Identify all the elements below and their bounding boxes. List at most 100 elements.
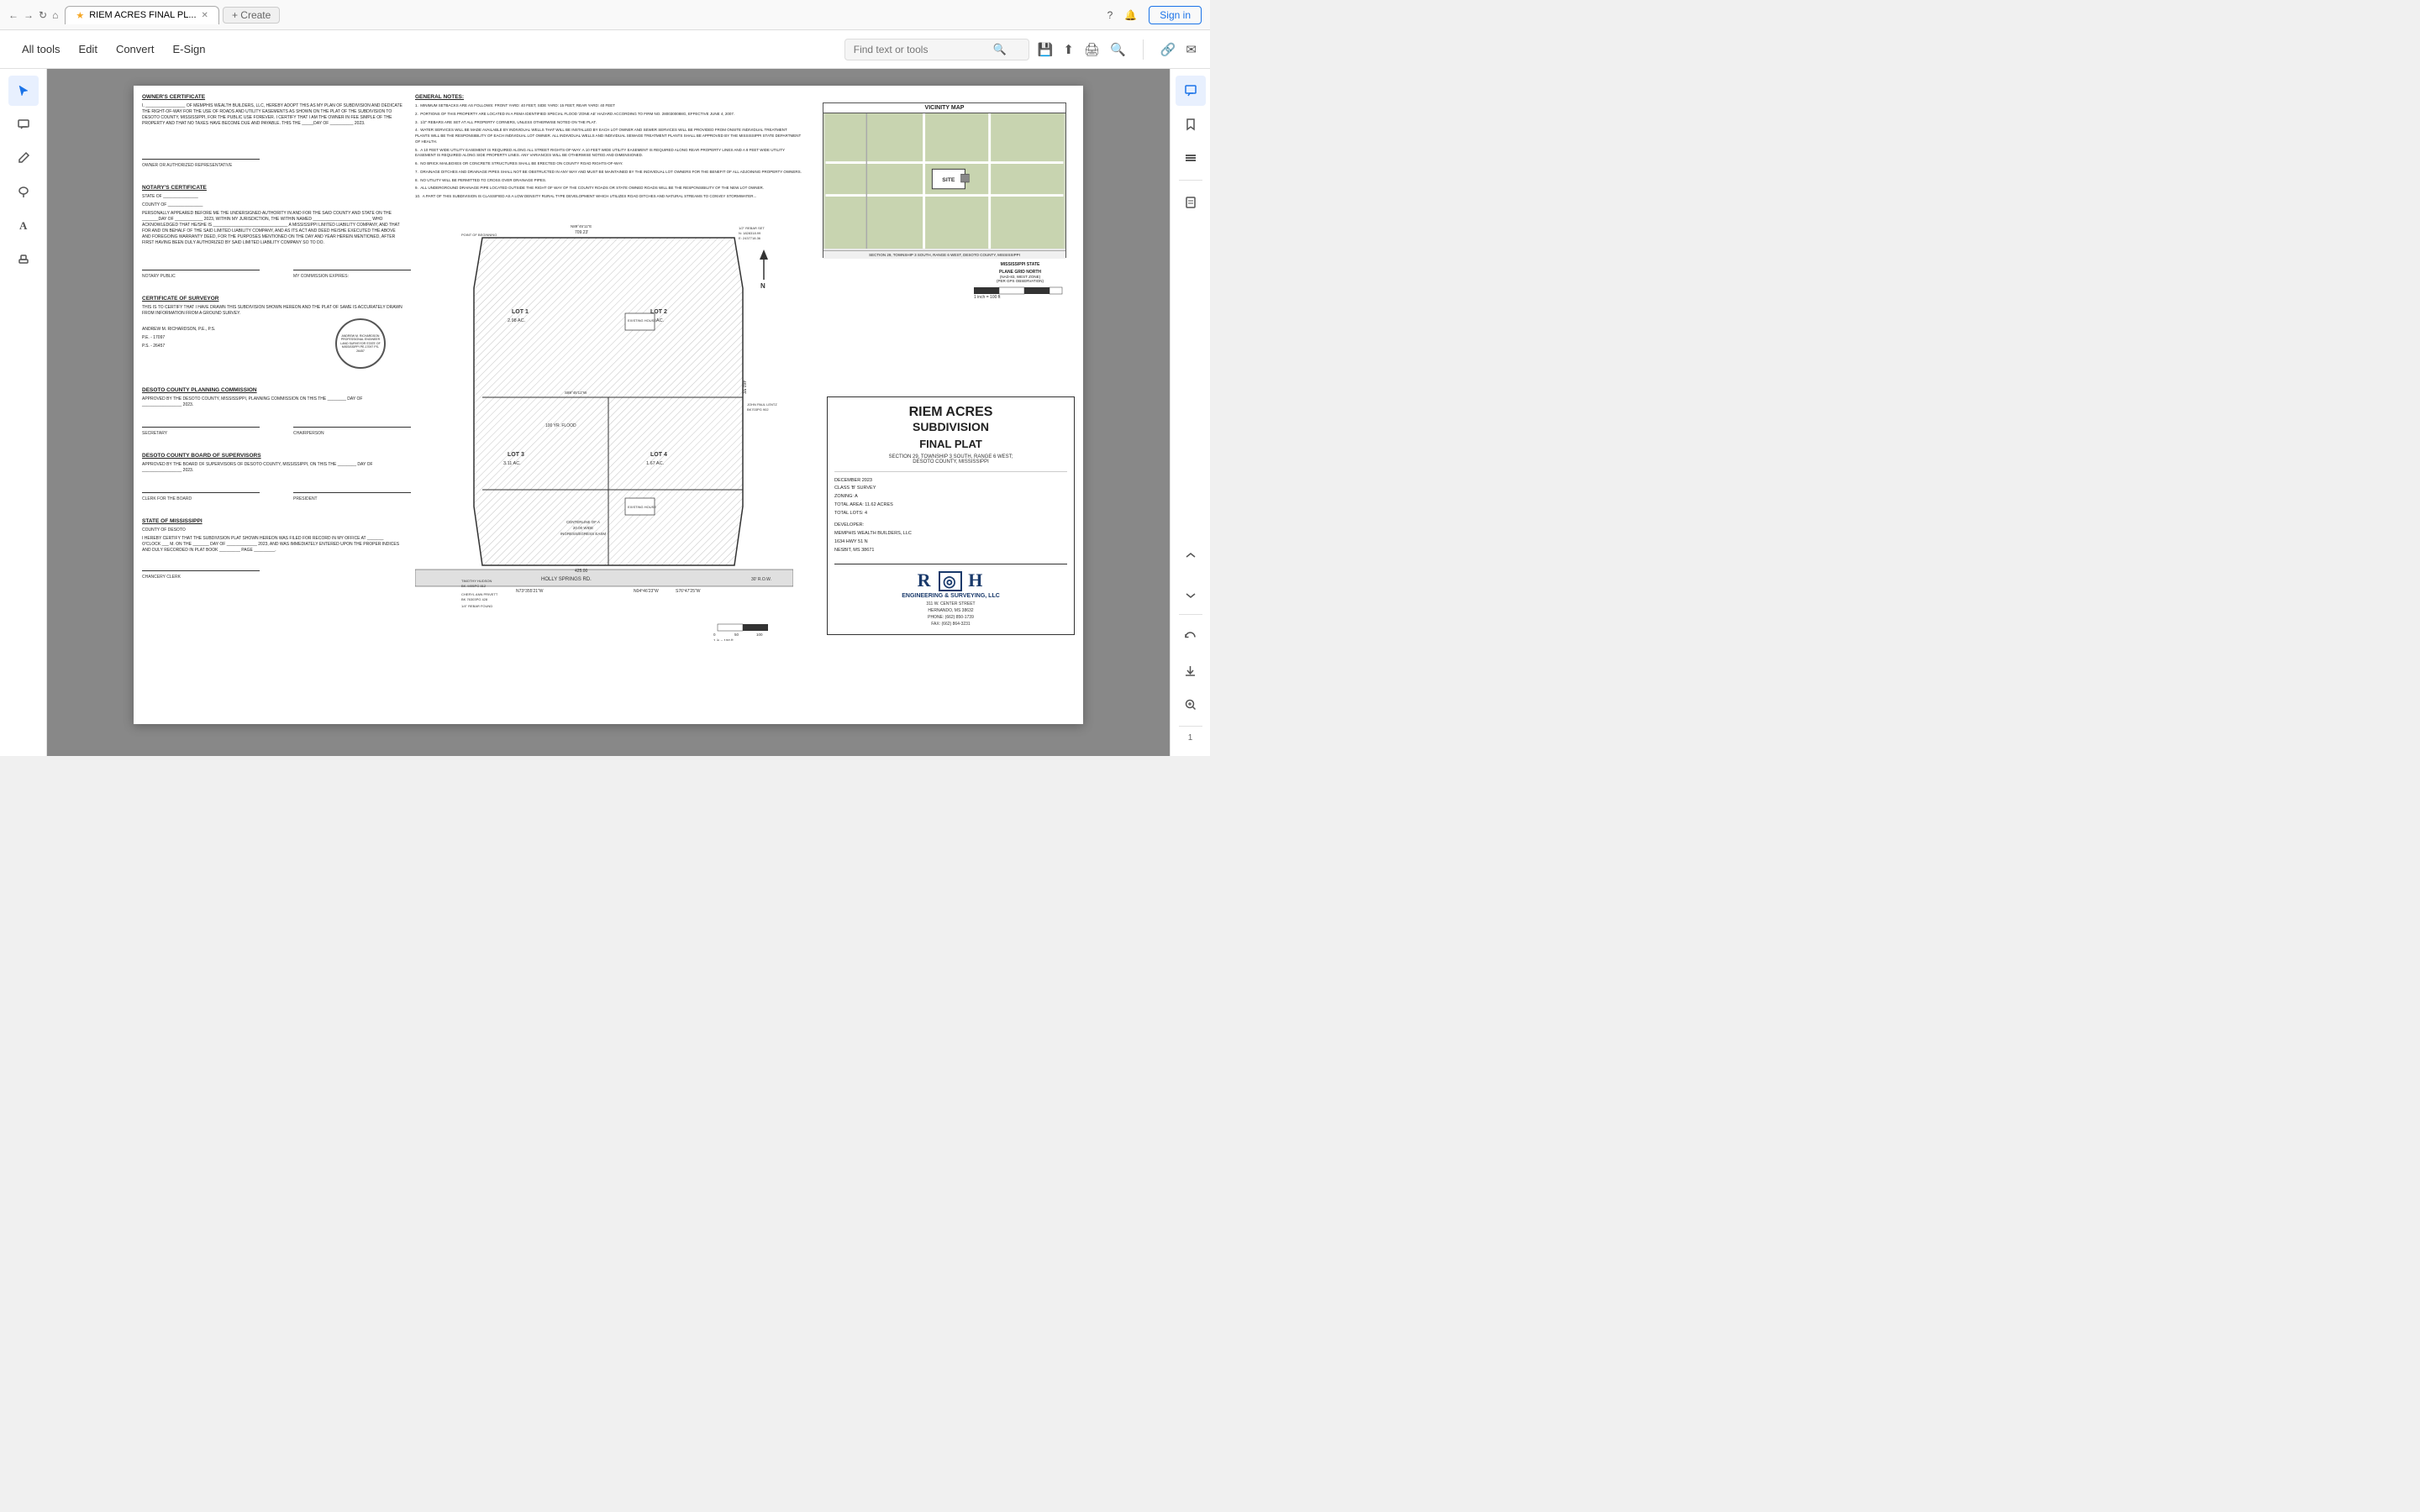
comment-tool[interactable] (8, 109, 39, 139)
search-input[interactable] (854, 44, 988, 55)
title-zoning: ZONING: A (834, 493, 1067, 501)
state-plane-title: MISSISSIPPI STATE (965, 262, 1075, 267)
surveyor-stamp: ANDREW M. RICHARDSON PROFESSIONAL ENGINE… (335, 318, 386, 369)
tab-close-icon[interactable]: ✕ (202, 11, 208, 20)
survey-plat-svg: HOLLY SPRINGS RD. 30' R.O.W. LOT 1 2.98 … (415, 213, 793, 641)
stamp-tool[interactable] (8, 244, 39, 274)
svg-text:EXISTING HOUSE: EXISTING HOUSE (628, 505, 656, 509)
nav-home-icon[interactable]: ⌂ (52, 9, 58, 21)
upload-icon[interactable]: ⬆ (1063, 42, 1074, 57)
toolbar-divider (1143, 39, 1144, 60)
edit-button[interactable]: Edit (71, 38, 106, 60)
svg-text:425.00: 425.00 (575, 569, 588, 574)
svg-text:1.67 AC.: 1.67 AC. (646, 461, 665, 466)
sign-in-button[interactable]: Sign in (1149, 6, 1202, 24)
owners-cert-sig-area: OWNER OR AUTHORIZED REPRESENTATIVE (142, 152, 402, 168)
refresh-icon[interactable] (1176, 622, 1206, 652)
title-total-area: TOTAL AREA: 11.62 ACRES (834, 501, 1067, 510)
notarys-county: COUNTY OF _______________ (142, 202, 402, 208)
browser-right-actions: ? 🔔 Sign in (1107, 6, 1202, 24)
help-icon[interactable]: ? (1107, 9, 1113, 21)
lasso-tool[interactable] (8, 176, 39, 207)
link-icon[interactable]: 🔗 (1160, 42, 1176, 57)
right-panel: 1 (1170, 69, 1210, 756)
toolbar-search-box[interactable]: 🔍 (844, 39, 1029, 60)
vicinity-map: VICINITY MAP (823, 102, 1066, 258)
note-6: 6. NO BRICK MAILBOXES OR CONCRETE STRUCT… (415, 161, 802, 167)
pages-panel-icon[interactable] (1176, 187, 1206, 218)
download-icon[interactable] (1176, 655, 1206, 685)
active-tab[interactable]: ★ RIEM ACRES FINAL PL... ✕ (65, 6, 219, 24)
save-icon[interactable]: 💾 (1038, 42, 1054, 57)
state-section: STATE OF MISSISSIPPI COUNTY OF DESOTO I … (142, 518, 402, 580)
comment-panel-icon[interactable] (1176, 76, 1206, 106)
svg-text:LOT 3: LOT 3 (508, 452, 524, 458)
nav-reload-icon[interactable]: ↻ (39, 9, 47, 21)
stamp-text: ANDREW M. RICHARDSON PROFESSIONAL ENGINE… (337, 331, 384, 357)
general-notes-title: GENERAL NOTES: (415, 94, 802, 100)
chairperson-label: CHAIRPERSON (293, 431, 411, 436)
search-icon: 🔍 (993, 43, 1007, 56)
chancery-label: CHANCERY CLERK (142, 575, 402, 580)
svg-text:A: A (19, 219, 28, 232)
clerk-area: CLERK FOR THE BOARD (142, 486, 260, 501)
zoom-in-icon[interactable] (1176, 689, 1206, 719)
mail-icon[interactable]: ✉ (1186, 42, 1197, 57)
tab-favicon: ★ (76, 10, 84, 21)
notarys-cert-title: NOTARY'S CERTIFICATE (142, 185, 402, 191)
collapse-icon[interactable] (1176, 577, 1206, 607)
company-name: ENGINEERING & SURVEYING, LLC (834, 593, 1067, 599)
svg-text:BK 76303PG 428: BK 76303PG 428 (461, 597, 488, 601)
browser-nav: ← → ↻ ⌂ (8, 9, 58, 21)
svg-text:INGRESS/EGRESS EASM: INGRESS/EGRESS EASM (560, 532, 607, 536)
svg-text:460.55': 460.55' (741, 381, 746, 394)
title-line2: SUBDIVISION (834, 420, 1067, 434)
secretary-line (142, 427, 260, 428)
all-tools-button[interactable]: All tools (13, 38, 69, 60)
cursor-tool[interactable] (8, 76, 39, 106)
svg-text:TIMOTHY HUDSON: TIMOTHY HUDSON (461, 579, 492, 583)
svg-text:CENTERLINE OF A: CENTERLINE OF A (566, 520, 600, 524)
convert-button[interactable]: Convert (108, 38, 163, 60)
bookmark-panel-icon[interactable] (1176, 109, 1206, 139)
clerk-line (142, 492, 260, 493)
pencil-tool[interactable] (8, 143, 39, 173)
owners-cert-title: OWNER'S CERTIFICATE (142, 94, 402, 100)
scale-bar: 1 inch = 100 ft (970, 283, 1071, 300)
clerk-label: CLERK FOR THE BOARD (142, 496, 260, 501)
company-address: 311 W. CENTER STREET HERNANDO, MS 38632 … (834, 601, 1067, 627)
esign-button[interactable]: E-Sign (164, 38, 213, 60)
title-details: SECTION 29, TOWNSHIP 3 SOUTH, RANGE 6 WE… (834, 454, 1067, 465)
svg-text:CHERYL ANN PRIVETT: CHERYL ANN PRIVETT (461, 592, 498, 596)
document-page: OWNER'S CERTIFICATE I, _________________… (134, 86, 1083, 724)
nav-back-icon[interactable]: ← (8, 9, 18, 21)
planning-commission-text: APPROVED BY THE DESOTO COUNTY, MISSISSIP… (142, 396, 402, 408)
note-4: 4. WATER SERVICES WILL BE MADE AVAILABLE… (415, 128, 802, 144)
new-tab-button[interactable]: + Create (223, 7, 280, 24)
main-area: A OWNER'S CERTIFICATE I, _______________… (0, 69, 1210, 756)
annotate-icon[interactable]: 🔍 (1110, 42, 1126, 57)
state-plane-note: MISSISSIPPI STATE PLANE GRID NORTH (NAD-… (965, 262, 1075, 301)
layers-panel-icon[interactable] (1176, 143, 1206, 173)
survey-drawing-container: HOLLY SPRINGS RD. 30' R.O.W. LOT 1 2.98 … (415, 213, 802, 643)
document-area[interactable]: OWNER'S CERTIFICATE I, _________________… (47, 69, 1170, 756)
svg-text:S76°47'25"W: S76°47'25"W (676, 589, 701, 594)
svg-text:0: 0 (713, 633, 716, 637)
company-address1: 311 W. CENTER STREET (834, 601, 1067, 607)
notary-sigs: NOTARY PUBLIC MY COMMISSION EXPIRES: (142, 263, 402, 279)
board-supervisors-section: DESOTO COUNTY BOARD OF SUPERVISORS APPRO… (142, 453, 402, 501)
state-county: COUNTY OF DESOTO (142, 528, 402, 533)
note-2: 2. PORTIONS OF THIS PROPERTY ARE LOCATED… (415, 112, 802, 118)
notifications-icon[interactable]: 🔔 (1124, 9, 1137, 21)
svg-text:SITE: SITE (942, 177, 955, 183)
text-tool[interactable]: A (8, 210, 39, 240)
print-icon[interactable]: 🖨 (1084, 42, 1100, 57)
planning-commission-title: DESOTO COUNTY PLANNING COMMISSION (142, 387, 402, 393)
expand-icon[interactable] (1176, 543, 1206, 574)
developer-info: MEMPHIS WEALTH BUILDERS, LLC 1634 HWY 51… (834, 530, 1067, 555)
state-title: STATE OF MISSISSIPPI (142, 518, 402, 524)
svg-text:BK-4495PG 812: BK-4495PG 812 (461, 584, 487, 588)
nav-forward-icon[interactable]: → (24, 9, 34, 21)
vicinity-section-label: SECTION 29, TOWNSHIP 3 SOUTH, RANGE 6 WE… (823, 250, 1065, 259)
page-number: 1 (1188, 733, 1193, 743)
